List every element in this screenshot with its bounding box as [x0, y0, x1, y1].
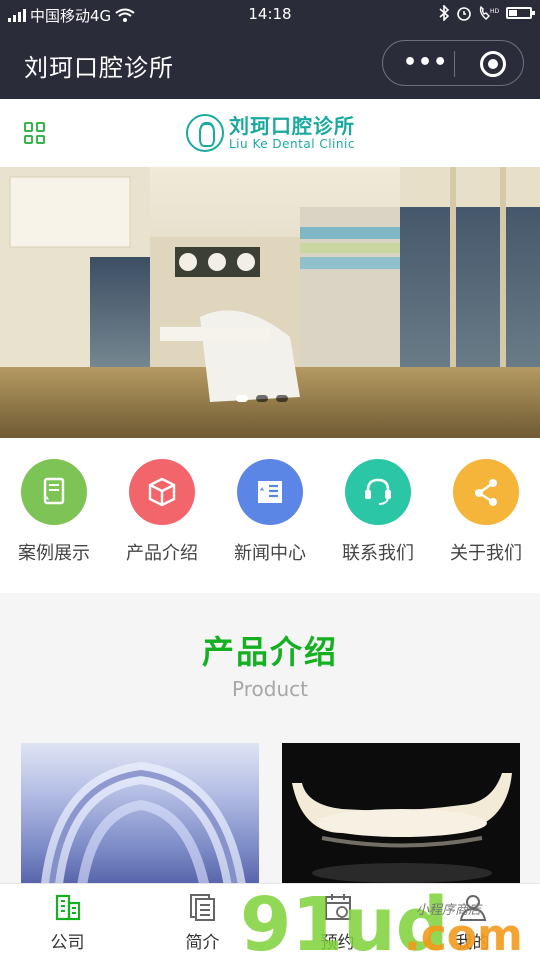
- quick-link-contact[interactable]: 联系我们: [324, 438, 432, 593]
- user-icon: [459, 895, 486, 921]
- product-card-aligner[interactable]: [21, 743, 259, 883]
- cases-icon: [21, 459, 87, 525]
- document-icon: [189, 894, 215, 921]
- calendar-icon: [324, 894, 351, 920]
- more-button[interactable]: •••: [403, 52, 448, 74]
- mini-program-capsule: •••: [382, 40, 524, 86]
- carousel-dot[interactable]: [236, 395, 248, 402]
- quick-link-cases[interactable]: 案例展示: [0, 438, 108, 593]
- hd-call-icon: HD: [479, 5, 500, 20]
- svg-text:HD: HD: [490, 8, 500, 15]
- quick-link-label: 联系我们: [342, 543, 414, 564]
- top-bar: 中国移动4G 14:18 HD 刘珂口腔诊所 •••: [0, 0, 540, 99]
- banner-carousel[interactable]: [0, 167, 540, 438]
- logo-chinese-name: 刘珂口腔诊所: [229, 114, 355, 138]
- product-card-bridge[interactable]: [282, 743, 520, 883]
- quick-links: 案例展示 产品介绍 新闻中心 联系我们 关于我们: [0, 438, 540, 593]
- quick-link-products[interactable]: 产品介绍: [108, 438, 216, 593]
- capsule-divider: [454, 51, 455, 77]
- quick-link-label: 关于我们: [450, 543, 522, 564]
- tab-intro[interactable]: 简介: [135, 884, 270, 961]
- close-mini-program-button[interactable]: [480, 51, 506, 77]
- news-icon: [237, 459, 303, 525]
- bluetooth-icon: [439, 5, 450, 21]
- share-icon: [453, 459, 519, 525]
- carousel-indicator: [236, 395, 288, 402]
- tab-label: 公司: [50, 933, 85, 953]
- building-icon: [55, 894, 80, 921]
- headset-icon: [345, 459, 411, 525]
- carousel-dot[interactable]: [256, 395, 268, 402]
- clinic-logo[interactable]: 刘珂口腔诊所 Liu Ke Dental Clinic: [186, 111, 355, 155]
- tab-label: 预约: [320, 933, 355, 953]
- alarm-icon: [457, 7, 471, 21]
- section-subtitle: Product: [232, 677, 308, 701]
- products-section: 产品介绍 Product: [0, 593, 540, 883]
- tab-label: 简介: [185, 933, 220, 953]
- quick-link-label: 案例展示: [18, 543, 90, 564]
- tab-bar: 公司 简介 预约 我的: [0, 883, 540, 961]
- site-header: 刘珂口腔诊所 Liu Ke Dental Clinic: [0, 99, 540, 167]
- dental-bridge-photo: [292, 773, 512, 883]
- section-title: 产品介绍: [201, 633, 338, 671]
- box-icon: [129, 459, 195, 525]
- nav-title: 刘珂口腔诊所: [24, 54, 174, 82]
- menu-grid-icon[interactable]: [24, 122, 46, 144]
- quick-link-about[interactable]: 关于我们: [432, 438, 540, 593]
- logo-english-name: Liu Ke Dental Clinic: [229, 137, 355, 151]
- carousel-dot[interactable]: [276, 395, 288, 402]
- tab-booking[interactable]: 预约: [270, 884, 405, 961]
- tab-mine[interactable]: 我的: [405, 884, 540, 961]
- clear-aligner-photo: [41, 761, 246, 883]
- quick-link-news[interactable]: 新闻中心: [216, 438, 324, 593]
- tooth-logo-icon: [186, 114, 224, 152]
- tab-company[interactable]: 公司: [0, 884, 135, 961]
- quick-link-label: 新闻中心: [234, 543, 306, 564]
- tab-label: 我的: [455, 933, 490, 953]
- quick-link-label: 产品介绍: [126, 543, 198, 564]
- status-bar: 中国移动4G 14:18 HD: [0, 0, 540, 30]
- battery-icon: [506, 7, 535, 19]
